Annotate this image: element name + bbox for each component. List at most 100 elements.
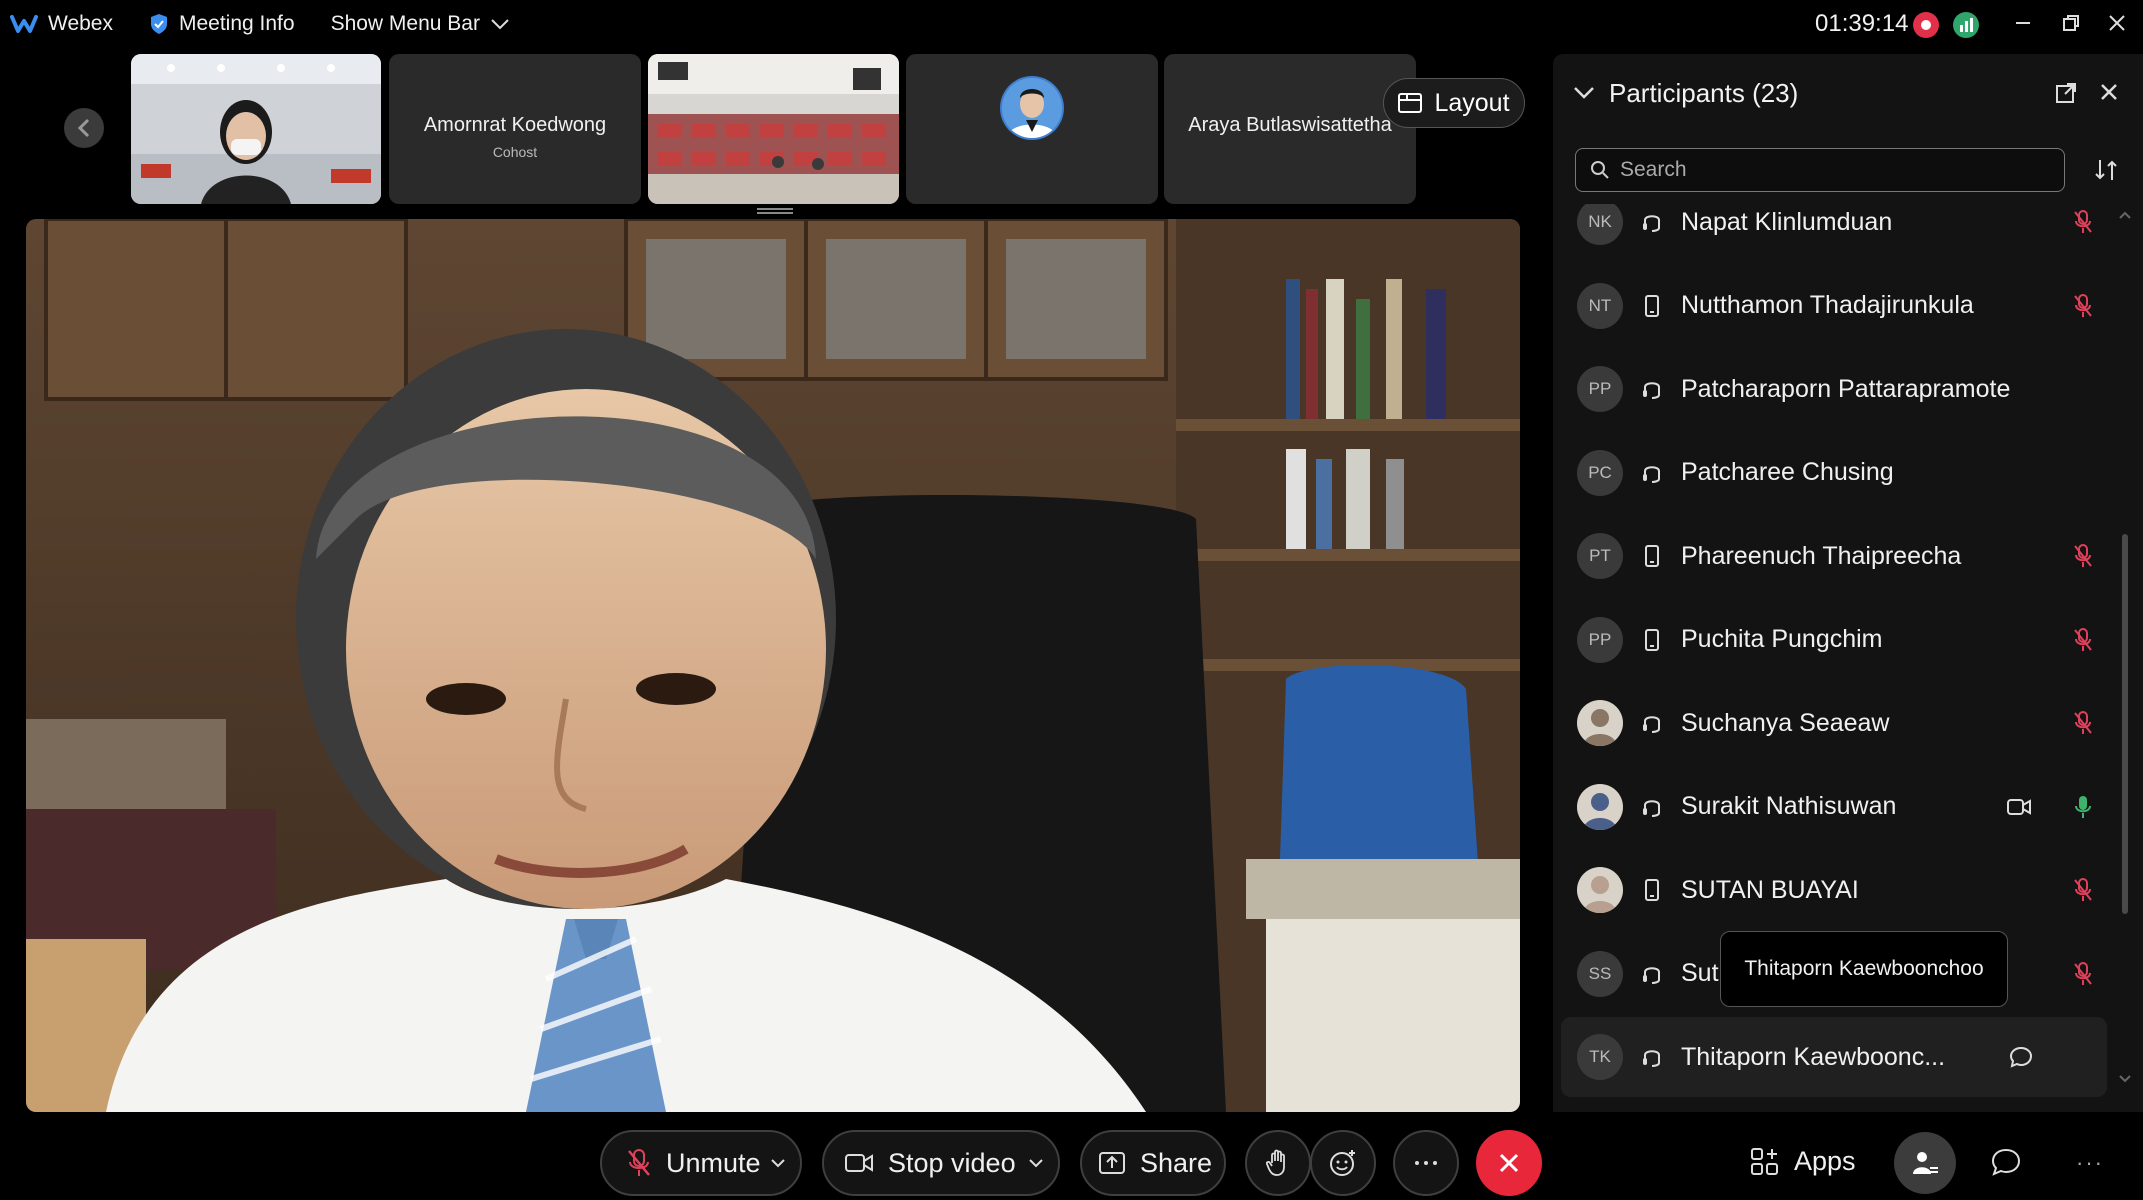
raise-hand-button[interactable] [1245,1130,1311,1196]
recording-icon[interactable] [1913,12,1939,38]
popout-icon[interactable] [2055,82,2077,104]
participant-row[interactable]: Surakit Nathisuwan [1561,767,2107,847]
mic-muted-icon [2073,210,2093,239]
chevron-down-icon[interactable] [770,1158,786,1168]
thumbnail-video-auditorium[interactable] [648,54,899,204]
meeting-clock: 01:39:14 [1815,10,1909,37]
headset-icon [1641,711,1663,735]
headset-icon [1641,377,1663,401]
close-icon[interactable] [2099,82,2119,102]
participant-row[interactable]: PP Patcharaporn Pattarapramote [1561,349,2107,429]
mic-muted-icon [2073,961,2093,991]
thumbnail-amornrat[interactable]: Amornrat Koedwong Cohost [389,54,641,204]
participant-name: Sut [1681,959,1719,987]
meeting-info-button[interactable]: Meeting Info [149,12,295,36]
participant-name: Phareenuch Thaipreecha [1681,541,1962,570]
chevron-down-icon[interactable] [1573,86,1595,100]
chat-button[interactable] [1990,1146,2022,1183]
participant-row[interactable]: PP Puchita Pungchim [1561,600,2107,680]
participant-row[interactable]: Suchanya Seaeaw [1561,683,2107,763]
participant-name: Surakit Nathisuwan [1681,792,1897,820]
participant-name: Suchanya Seaeaw [1681,708,1890,737]
more-options-button[interactable] [1393,1130,1459,1196]
chevron-down-icon[interactable] [1028,1158,1044,1168]
participant-row[interactable]: NT Nutthamon Thadajirunkula [1561,266,2107,346]
mic-muted-icon [2073,711,2093,740]
participants-icon [1913,1152,1938,1174]
chat-icon[interactable] [2009,1045,2033,1074]
unmute-label: Unmute [666,1147,761,1178]
thumbnail-video-1[interactable] [131,54,381,204]
main-video-scene [26,219,1520,1112]
avatar [1577,867,1623,913]
sort-icon[interactable] [2093,158,2119,182]
main-video [26,219,1520,1112]
participant-name: Nutthamon Thadajirunkula [1681,291,1974,319]
show-menu-bar-button[interactable]: Show Menu Bar [331,12,510,36]
mic-muted-icon [2073,627,2093,657]
mobile-device-icon [1641,878,1663,902]
more-icon[interactable]: ··· [2076,1150,2104,1176]
layout-button[interactable]: Layout [1383,78,1525,128]
search-icon [1591,161,1609,179]
participant-name: Thitaporn Kaewboonc... [1681,1042,1946,1071]
restore-icon[interactable] [2056,10,2086,36]
avatar: PC [1577,449,1623,496]
mobile-device-icon [1641,294,1663,318]
mic-muted-icon [2073,878,2093,907]
thumbnail-avatar[interactable] [906,54,1158,204]
apps-label: Apps [1794,1146,1856,1176]
thumbnail-araya[interactable]: Araya Butlaswisattetha [1164,54,1416,204]
apps-button[interactable]: Apps [1750,1146,1856,1177]
close-window-icon[interactable] [2102,10,2132,36]
scroll-up-icon[interactable] [2118,210,2132,220]
scroll-down-icon[interactable] [2118,1074,2132,1084]
mic-muted-icon [2073,293,2093,323]
participants-button[interactable] [1894,1132,1956,1194]
mic-off-icon [628,1149,650,1176]
thumbnail-name: Araya Butlaswisattetha [1188,114,1392,136]
avatar: SS [1577,950,1623,997]
participant-row[interactable]: PC Patcharee Chusing [1561,433,2107,513]
network-stats-icon[interactable] [1953,12,1979,38]
participant-row[interactable]: NK Napat Klinlumduan [1561,204,2107,262]
end-call-button[interactable] [1476,1130,1542,1196]
stop-video-button[interactable]: Stop video [822,1130,1060,1196]
more-icon [1415,1161,1437,1165]
video-camera-icon [845,1154,873,1172]
show-menu-bar-label: Show Menu Bar [330,12,480,35]
headset-icon [1641,962,1663,986]
participant-row[interactable]: SUTAN BUAYAI [1561,850,2107,930]
participant-row[interactable]: PT Phareenuch Thaipreecha [1561,516,2107,596]
unmute-button[interactable]: Unmute [600,1130,802,1196]
share-icon [1099,1152,1125,1174]
participant-row[interactable]: TK Thitaporn Kaewboonc... [1561,1017,2107,1097]
reactions-button[interactable] [1310,1130,1376,1196]
headset-icon [1641,461,1663,485]
search-input[interactable] [1620,158,2040,182]
headset-icon [1641,1045,1663,1069]
chevron-down-icon [491,19,509,30]
layout-icon [1398,93,1423,113]
meeting-info-label: Meeting Info [178,12,295,35]
scrollbar[interactable] [2122,534,2128,914]
thumbnail-scene-woman [131,54,381,204]
close-icon [1499,1153,1519,1173]
panel-title: Participants (23) [1609,78,1799,108]
resize-handle[interactable] [757,208,793,214]
avatar [1577,783,1623,830]
raise-hand-icon [1266,1149,1285,1176]
chevron-left-icon [77,118,90,138]
share-button[interactable]: Share [1080,1130,1226,1196]
app-name: Webex [48,12,113,35]
avatar: TK [1577,1034,1623,1080]
strip-prev-button[interactable] [64,108,104,148]
participant-name: Patcharee Chusing [1681,458,1894,486]
avatar: PP [1577,366,1623,412]
shield-icon [150,14,167,34]
participant-name: Puchita Pungchim [1681,625,1883,653]
thumbnail-scene-auditorium [648,54,899,204]
chat-icon [1991,1148,2021,1176]
participant-tooltip: Thitaporn Kaewboonchoo [1720,931,2008,1007]
minimize-icon[interactable] [2008,10,2038,36]
